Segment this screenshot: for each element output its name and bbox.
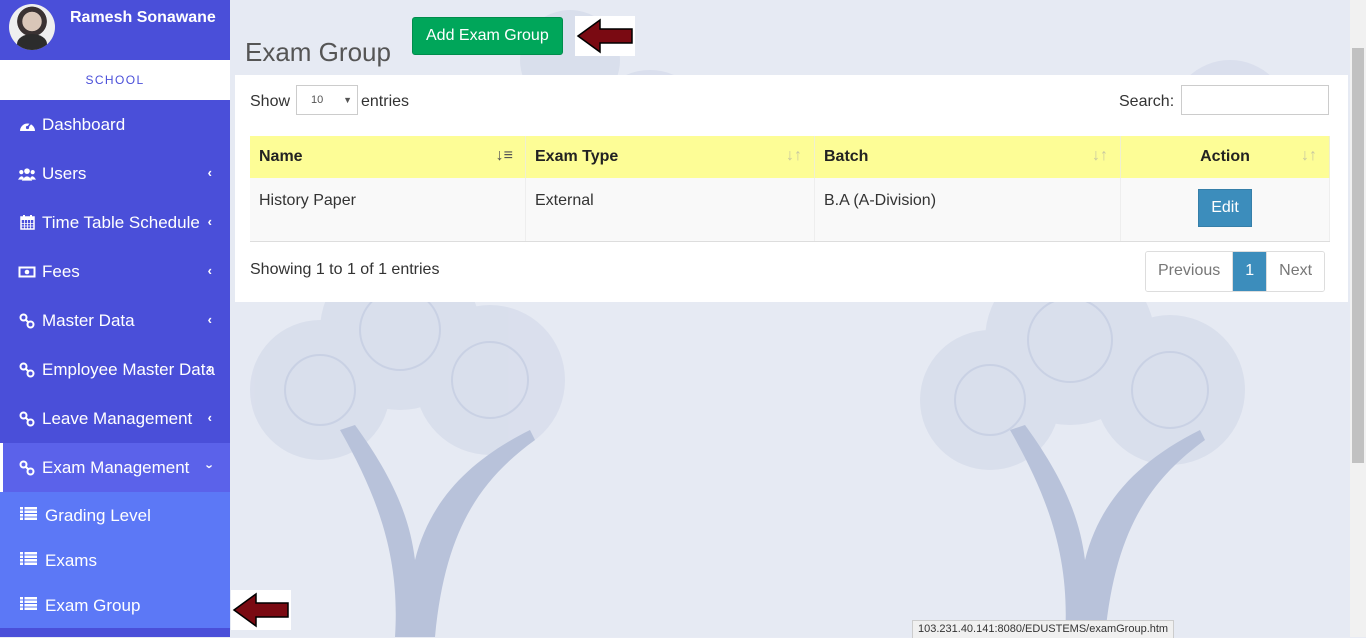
sidebar-item-employee-master-data[interactable]: Employee Master Data ‹ xyxy=(0,345,230,394)
previous-button[interactable]: Previous xyxy=(1146,252,1233,291)
link-icon xyxy=(18,460,36,476)
user-name: Ramesh Sonawane xyxy=(70,9,216,26)
sidebar-menu: Dashboard Users ‹ Time Table Schedule ‹ … xyxy=(0,100,230,492)
next-button[interactable]: Next xyxy=(1266,252,1325,291)
page-title: Exam Group xyxy=(245,37,391,68)
page-1-button[interactable]: 1 xyxy=(1232,252,1267,291)
avatar xyxy=(9,4,55,50)
cell-batch: B.A (A-Division) xyxy=(814,178,1121,242)
caret-down-icon: ▼ xyxy=(343,95,352,105)
pagination: Previous 1 Next xyxy=(1145,251,1326,292)
users-icon xyxy=(18,167,36,181)
annotation-arrow xyxy=(575,16,635,56)
submenu-item-label: Exam Group xyxy=(45,595,141,615)
sidebar-item-label: Dashboard xyxy=(42,114,126,134)
show-label: Show xyxy=(250,93,291,110)
sidebar-item-users[interactable]: Users ‹ xyxy=(0,149,230,198)
column-header-label: Batch xyxy=(824,148,869,165)
table-info: Showing 1 to 1 of 1 entries xyxy=(250,261,440,278)
list-icon xyxy=(20,507,38,524)
dashboard-icon xyxy=(18,118,36,132)
sidebar-item-label: Master Data xyxy=(42,310,135,330)
sidebar-item-label: Leave Management xyxy=(42,408,193,428)
link-icon xyxy=(18,411,36,427)
main-content: Exam Group Add Exam Group Show 10 ▼ entr… xyxy=(230,0,1350,637)
submenu-item-exams[interactable]: Exams xyxy=(0,538,230,583)
search-label: Search: xyxy=(1119,93,1175,110)
submenu-item-label: Grading Level xyxy=(45,505,151,525)
cell-exam-type: External xyxy=(525,178,815,242)
sidebar: Ramesh Sonawane SCHOOL Dashboard Users ‹… xyxy=(0,0,230,637)
sidebar-item-label: Exam Management xyxy=(42,457,190,477)
sidebar-item-exam-management[interactable]: Exam Management › xyxy=(0,443,230,492)
chevron-left-icon: ‹ xyxy=(207,263,212,278)
list-icon xyxy=(20,597,38,614)
chevron-left-icon: ‹ xyxy=(207,361,212,376)
search-input[interactable] xyxy=(1181,85,1329,115)
chevron-left-icon: ‹ xyxy=(207,214,212,229)
sidebar-item-time-table[interactable]: Time Table Schedule ‹ xyxy=(0,198,230,247)
link-icon xyxy=(18,313,36,329)
column-header-label: Name xyxy=(259,148,303,165)
table-row: History Paper External B.A (A-Division) … xyxy=(250,178,1330,242)
sidebar-item-label: Time Table Schedule xyxy=(42,212,200,232)
money-icon xyxy=(18,266,36,278)
chevron-left-icon: ‹ xyxy=(207,410,212,425)
sidebar-item-label: Fees xyxy=(42,261,80,281)
cell-name: History Paper xyxy=(250,178,526,242)
sidebar-item-leave-management[interactable]: Leave Management ‹ xyxy=(0,394,230,443)
column-header-label: Action xyxy=(1200,148,1250,165)
brand-label: SCHOOL xyxy=(0,60,230,100)
exam-group-table: Name ↓≡ Exam Type ↓↑ Batch ↓↑ Action ↓↑ xyxy=(250,136,1330,242)
submenu-item-label: Exams xyxy=(45,550,97,570)
column-header-label: Exam Type xyxy=(535,148,619,165)
sidebar-item-label: Users xyxy=(42,163,87,183)
calendar-icon xyxy=(18,215,36,230)
add-exam-group-button[interactable]: Add Exam Group xyxy=(412,17,563,55)
sidebar-item-label: Employee Master Data xyxy=(42,359,215,379)
vertical-scrollbar[interactable] xyxy=(1350,0,1366,637)
annotation-arrow xyxy=(231,590,291,630)
sort-icon: ↓↑ xyxy=(1092,147,1108,164)
chevron-left-icon: ‹ xyxy=(207,165,212,180)
column-header-exam-type[interactable]: Exam Type ↓↑ xyxy=(525,136,815,178)
entries-label: entries xyxy=(361,93,410,110)
sidebar-item-fees[interactable]: Fees ‹ xyxy=(0,247,230,296)
exam-management-submenu: Grading Level Exams Exam Group xyxy=(0,492,230,628)
exam-group-table-box: Show 10 ▼ entries Search: Name ↓≡ Exam T… xyxy=(235,75,1348,302)
column-header-action[interactable]: Action ↓↑ xyxy=(1120,136,1330,178)
submenu-item-grading-level[interactable]: Grading Level xyxy=(0,493,230,538)
user-panel: Ramesh Sonawane xyxy=(0,0,230,60)
chevron-down-icon: › xyxy=(202,464,218,469)
chevron-left-icon: ‹ xyxy=(207,312,212,327)
sidebar-item-dashboard[interactable]: Dashboard xyxy=(0,100,230,149)
list-icon xyxy=(20,552,38,569)
scrollbar-thumb[interactable] xyxy=(1352,48,1364,463)
submenu-item-exam-group[interactable]: Exam Group xyxy=(0,583,230,628)
page-length-select[interactable]: 10 ▼ xyxy=(296,85,358,115)
status-bar-url: 103.231.40.141:8080/EDUSTEMS/examGroup.h… xyxy=(912,620,1175,638)
link-icon xyxy=(18,362,36,378)
sort-asc-icon: ↓≡ xyxy=(495,147,513,164)
edit-button[interactable]: Edit xyxy=(1198,189,1252,227)
cell-action: Edit xyxy=(1120,178,1330,242)
sidebar-item-master-data[interactable]: Master Data ‹ xyxy=(0,296,230,345)
sort-icon: ↓↑ xyxy=(786,147,802,164)
page-length-value: 10 xyxy=(311,94,324,106)
sort-icon: ↓↑ xyxy=(1301,147,1317,164)
column-header-batch[interactable]: Batch ↓↑ xyxy=(814,136,1121,178)
table-header-row: Name ↓≡ Exam Type ↓↑ Batch ↓↑ Action ↓↑ xyxy=(250,136,1330,178)
column-header-name[interactable]: Name ↓≡ xyxy=(250,136,526,178)
